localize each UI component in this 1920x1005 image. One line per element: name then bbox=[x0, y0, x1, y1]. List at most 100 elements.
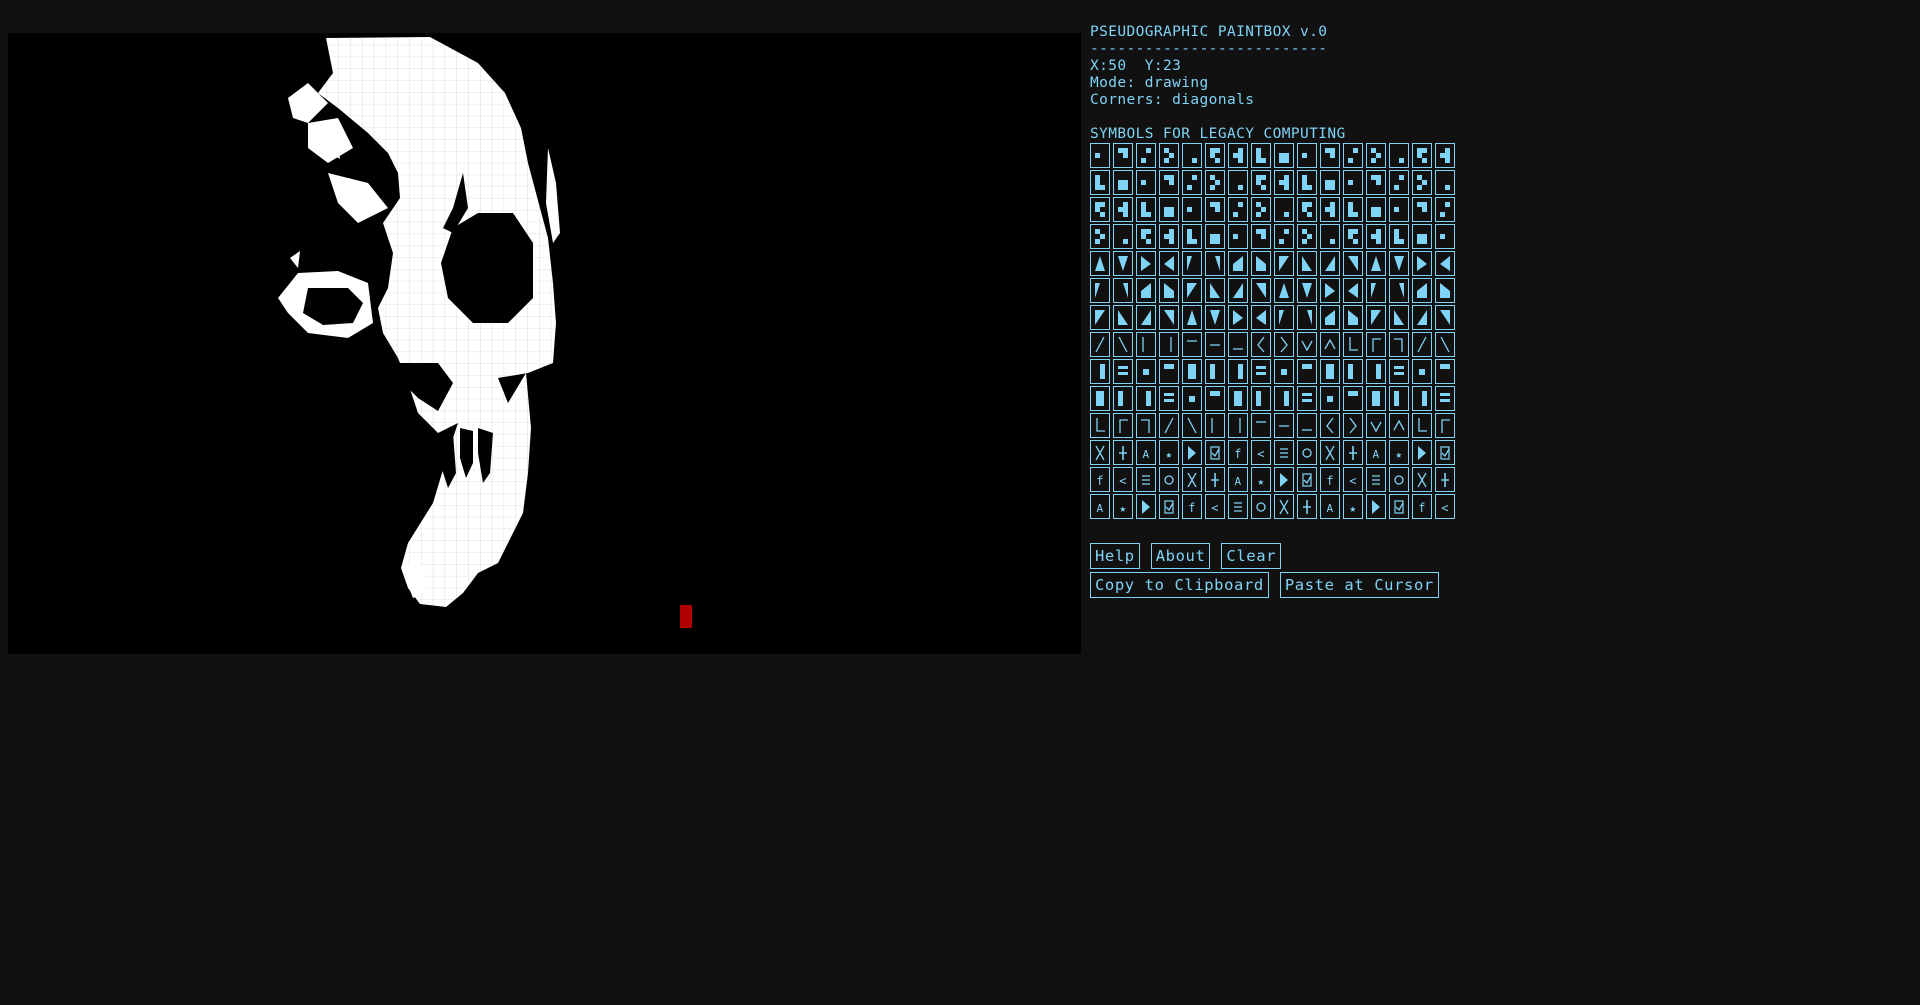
symbol-tile[interactable] bbox=[1274, 386, 1294, 411]
symbol-tile[interactable]: A bbox=[1320, 494, 1340, 519]
symbol-tile[interactable] bbox=[1343, 386, 1363, 411]
symbol-tile[interactable] bbox=[1205, 413, 1225, 438]
symbol-tile[interactable] bbox=[1366, 170, 1386, 195]
symbol-tile[interactable] bbox=[1228, 494, 1248, 519]
symbol-tile[interactable] bbox=[1090, 224, 1110, 249]
symbol-tile[interactable]: < bbox=[1435, 494, 1455, 519]
symbol-tile[interactable] bbox=[1435, 413, 1455, 438]
symbol-tile[interactable] bbox=[1136, 467, 1156, 492]
symbol-tile[interactable] bbox=[1182, 143, 1202, 168]
symbol-tile[interactable] bbox=[1412, 386, 1432, 411]
symbol-tile[interactable] bbox=[1343, 305, 1363, 330]
symbol-tile[interactable] bbox=[1274, 440, 1294, 465]
symbol-tile[interactable] bbox=[1136, 197, 1156, 222]
symbol-tile[interactable] bbox=[1274, 143, 1294, 168]
symbol-tile[interactable] bbox=[1251, 494, 1271, 519]
symbol-tile[interactable] bbox=[1113, 224, 1133, 249]
symbol-tile[interactable] bbox=[1435, 278, 1455, 303]
symbol-tile[interactable] bbox=[1251, 251, 1271, 276]
symbol-tile[interactable] bbox=[1297, 224, 1317, 249]
symbol-tile[interactable] bbox=[1297, 386, 1317, 411]
symbol-tile[interactable] bbox=[1159, 224, 1179, 249]
symbol-tile[interactable] bbox=[1297, 359, 1317, 384]
symbol-tile[interactable] bbox=[1205, 197, 1225, 222]
symbol-tile[interactable] bbox=[1159, 251, 1179, 276]
symbol-tile[interactable] bbox=[1389, 386, 1409, 411]
symbol-tile[interactable] bbox=[1251, 170, 1271, 195]
symbol-tile[interactable] bbox=[1159, 143, 1179, 168]
drawing-canvas[interactable] bbox=[8, 33, 1081, 654]
symbol-tile[interactable] bbox=[1435, 170, 1455, 195]
symbol-tile[interactable] bbox=[1228, 224, 1248, 249]
symbol-tile[interactable] bbox=[1113, 413, 1133, 438]
symbol-tile[interactable] bbox=[1251, 332, 1271, 357]
symbol-tile[interactable] bbox=[1251, 278, 1271, 303]
symbol-tile[interactable] bbox=[1251, 224, 1271, 249]
clear-button[interactable]: Clear bbox=[1221, 543, 1282, 569]
symbol-tile[interactable] bbox=[1113, 251, 1133, 276]
symbol-tile[interactable] bbox=[1205, 251, 1225, 276]
symbol-tile[interactable] bbox=[1320, 224, 1340, 249]
symbol-tile[interactable] bbox=[1228, 197, 1248, 222]
symbol-tile[interactable] bbox=[1274, 170, 1294, 195]
symbol-tile[interactable] bbox=[1274, 224, 1294, 249]
symbol-tile[interactable] bbox=[1274, 278, 1294, 303]
symbol-tile[interactable] bbox=[1343, 143, 1363, 168]
symbol-tile[interactable] bbox=[1389, 494, 1409, 519]
symbol-tile[interactable] bbox=[1090, 359, 1110, 384]
symbol-tile[interactable] bbox=[1412, 413, 1432, 438]
symbol-tile[interactable] bbox=[1228, 251, 1248, 276]
symbol-tile[interactable] bbox=[1113, 440, 1133, 465]
symbol-tile[interactable] bbox=[1297, 278, 1317, 303]
symbol-tile[interactable]: ★ bbox=[1389, 440, 1409, 465]
symbol-tile[interactable] bbox=[1159, 170, 1179, 195]
symbol-tile[interactable] bbox=[1182, 467, 1202, 492]
symbol-tile[interactable] bbox=[1366, 413, 1386, 438]
symbol-tile[interactable] bbox=[1090, 305, 1110, 330]
symbol-tile[interactable] bbox=[1113, 170, 1133, 195]
symbol-tile[interactable]: ★ bbox=[1251, 467, 1271, 492]
symbol-tile[interactable] bbox=[1297, 251, 1317, 276]
symbol-tile[interactable]: < bbox=[1343, 467, 1363, 492]
symbol-tile[interactable] bbox=[1274, 359, 1294, 384]
symbol-tile[interactable] bbox=[1412, 332, 1432, 357]
symbol-tile[interactable]: < bbox=[1113, 467, 1133, 492]
symbol-tile[interactable] bbox=[1366, 359, 1386, 384]
symbol-tile[interactable] bbox=[1182, 224, 1202, 249]
symbol-tile[interactable] bbox=[1228, 413, 1248, 438]
symbol-tile[interactable] bbox=[1113, 305, 1133, 330]
symbol-tile[interactable] bbox=[1136, 170, 1156, 195]
symbol-tile[interactable] bbox=[1320, 386, 1340, 411]
symbol-tile[interactable] bbox=[1412, 143, 1432, 168]
symbol-tile[interactable] bbox=[1136, 332, 1156, 357]
symbol-tile[interactable] bbox=[1389, 332, 1409, 357]
symbol-tile[interactable] bbox=[1366, 143, 1386, 168]
symbol-tile[interactable] bbox=[1366, 251, 1386, 276]
symbol-tile[interactable] bbox=[1435, 224, 1455, 249]
symbol-tile[interactable] bbox=[1136, 359, 1156, 384]
symbol-tile[interactable] bbox=[1297, 467, 1317, 492]
symbol-tile[interactable] bbox=[1182, 305, 1202, 330]
symbol-tile[interactable] bbox=[1090, 251, 1110, 276]
symbol-tile[interactable] bbox=[1182, 251, 1202, 276]
symbol-tile[interactable] bbox=[1228, 332, 1248, 357]
symbol-tile[interactable]: A bbox=[1090, 494, 1110, 519]
symbol-tile[interactable] bbox=[1412, 224, 1432, 249]
symbol-tile[interactable] bbox=[1389, 197, 1409, 222]
symbol-tile[interactable] bbox=[1090, 386, 1110, 411]
symbol-tile[interactable] bbox=[1113, 359, 1133, 384]
symbol-tile[interactable] bbox=[1113, 197, 1133, 222]
symbol-tile[interactable] bbox=[1412, 440, 1432, 465]
symbol-tile[interactable] bbox=[1389, 305, 1409, 330]
symbol-tile[interactable] bbox=[1297, 197, 1317, 222]
symbol-tile[interactable] bbox=[1435, 305, 1455, 330]
symbol-tile[interactable] bbox=[1297, 332, 1317, 357]
symbol-tile[interactable] bbox=[1389, 143, 1409, 168]
symbol-tile[interactable] bbox=[1090, 278, 1110, 303]
symbol-tile[interactable] bbox=[1182, 440, 1202, 465]
symbol-tile[interactable] bbox=[1205, 467, 1225, 492]
symbol-tile[interactable]: < bbox=[1205, 494, 1225, 519]
symbol-tile[interactable] bbox=[1274, 197, 1294, 222]
symbol-tile[interactable] bbox=[1343, 359, 1363, 384]
symbol-tile[interactable] bbox=[1366, 467, 1386, 492]
